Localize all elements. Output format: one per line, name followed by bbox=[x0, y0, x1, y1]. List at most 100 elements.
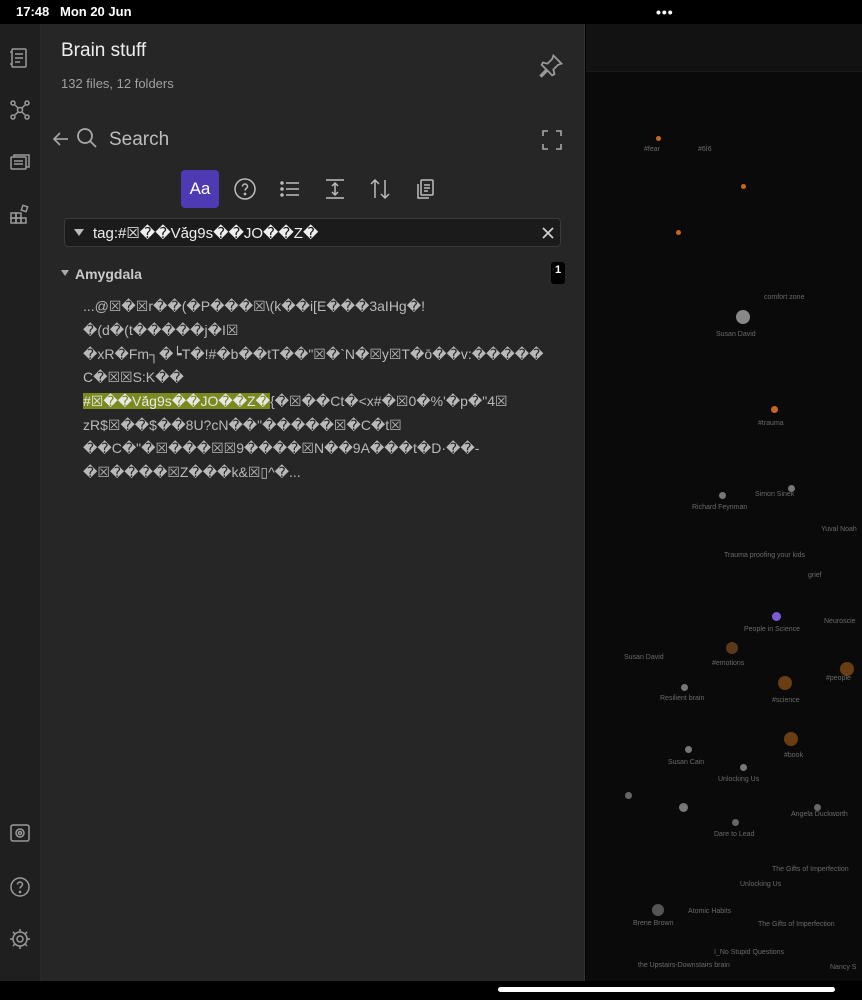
graph-label: The Gifts of Imperfection bbox=[772, 866, 849, 873]
back-arrow-icon[interactable] bbox=[51, 129, 71, 149]
graph-label: Simon Sinek bbox=[755, 491, 795, 498]
graph-label: Neuroscie bbox=[824, 618, 856, 625]
graph-node[interactable] bbox=[772, 612, 781, 621]
graph-node[interactable] bbox=[726, 642, 738, 654]
graph-label: #people bbox=[826, 675, 851, 682]
result-collapse-caret-icon[interactable] bbox=[61, 270, 69, 276]
graph-node[interactable] bbox=[681, 684, 688, 691]
result-snippet-line[interactable]: ��C�"�☒���☒☒9����☒N��9A���t�D·��- bbox=[83, 437, 563, 459]
settings-icon[interactable] bbox=[8, 927, 32, 951]
result-snippet-line[interactable]: �xR�Fm┐�┕T�!#�b��tT��"☒�`N�☒y☒T�ō��v:���… bbox=[83, 343, 563, 365]
result-file-title[interactable]: Amygdala bbox=[75, 266, 142, 282]
vault-icon[interactable] bbox=[8, 821, 32, 845]
graph-label: #book bbox=[784, 752, 804, 759]
graph-node[interactable] bbox=[656, 136, 661, 141]
graph-header bbox=[586, 24, 862, 72]
vault-stats: 132 files, 12 folders bbox=[61, 76, 174, 91]
graph-label: #trauma bbox=[758, 420, 784, 427]
search-input[interactable] bbox=[93, 224, 533, 241]
graph-node[interactable] bbox=[719, 492, 726, 499]
graph-node[interactable] bbox=[740, 764, 747, 771]
graph-label: Susan Cain bbox=[668, 759, 705, 766]
graph-node[interactable] bbox=[840, 662, 854, 676]
graph-label: #fear bbox=[644, 146, 660, 153]
clear-search-icon[interactable] bbox=[541, 226, 555, 240]
graph-label: comfort zone bbox=[764, 294, 805, 301]
graph-label: Susan David bbox=[716, 331, 756, 338]
graph-node[interactable] bbox=[732, 819, 739, 826]
graph-node[interactable] bbox=[778, 676, 792, 690]
graph-label: Trauma proofing your kids bbox=[724, 552, 806, 559]
graph-node[interactable] bbox=[679, 803, 688, 812]
open-notes-icon[interactable] bbox=[8, 150, 32, 174]
status-date: Mon 20 Jun bbox=[60, 4, 132, 19]
multitasking-dots[interactable]: ••• bbox=[656, 4, 674, 20]
match-case-button[interactable]: Aa bbox=[181, 170, 219, 208]
list-icon bbox=[280, 181, 299, 197]
graph-label: Unlocking Us bbox=[740, 881, 782, 888]
graph-node[interactable] bbox=[676, 230, 681, 235]
result-snippet-line[interactable]: ...@☒�☒r��(�P���☒\(k��i[E���3aIHg�! bbox=[83, 295, 563, 317]
graph-label: #emotions bbox=[712, 660, 745, 667]
graph-label: Susan David bbox=[624, 654, 664, 661]
graph-node[interactable] bbox=[625, 792, 632, 799]
result-snippet-line[interactable]: �☒����☒Z���k&☒▯^�... bbox=[83, 461, 563, 483]
result-snippet-line[interactable]: C�☒☒S:K�� bbox=[83, 366, 563, 388]
graph-label: I_No Stupid Questions bbox=[714, 949, 785, 956]
status-bar: 17:48 Mon 20 Jun ••• bbox=[0, 0, 862, 24]
status-time: 17:48 bbox=[16, 4, 50, 19]
graph-label: Dare to Lead bbox=[714, 831, 755, 838]
result-snippet-line[interactable]: #☒��Vá̆g9s��JO��Z�{�☒��Ct�<x#�☒0�%'�p�"4… bbox=[83, 390, 563, 412]
graph-label: #6İ6 bbox=[698, 146, 712, 153]
pin-icon[interactable] bbox=[537, 52, 565, 80]
graph-label: Richard Feynman bbox=[692, 504, 748, 511]
result-snippet-line[interactable]: �(d�(t�����j�I☒ bbox=[83, 319, 563, 341]
search-box bbox=[64, 218, 561, 247]
copy-icon bbox=[417, 179, 434, 199]
graph-view-icon[interactable] bbox=[8, 98, 32, 122]
vault-title: Brain stuff bbox=[61, 40, 147, 61]
file-explorer-icon[interactable] bbox=[8, 46, 32, 70]
graph-node[interactable] bbox=[784, 732, 798, 746]
snippet-text: {�☒��Ct�<x#�☒0�%'�p�"4☒ bbox=[269, 393, 508, 409]
copy-results-button[interactable] bbox=[406, 170, 444, 208]
graph-label: The Gifts of Imperfection bbox=[758, 921, 835, 928]
graph-label: Angela Duckworth bbox=[791, 811, 848, 818]
expand-vertical-icon bbox=[326, 179, 344, 199]
graph-node[interactable] bbox=[771, 406, 778, 413]
graph-label: People in Science bbox=[744, 626, 801, 633]
result-match-count: 1 bbox=[551, 262, 565, 284]
show-context-button[interactable] bbox=[316, 170, 354, 208]
search-match-highlight: #☒��Vá̆g9s��JO��Z� bbox=[83, 393, 270, 409]
graph-node[interactable] bbox=[736, 310, 750, 324]
search-view-title: Search bbox=[109, 129, 170, 150]
graph-label: #science bbox=[772, 697, 800, 704]
graph-label: Unlocking Us bbox=[718, 776, 760, 783]
home-indicator[interactable] bbox=[498, 987, 835, 992]
graph-node[interactable] bbox=[652, 904, 664, 916]
expand-icon[interactable] bbox=[541, 129, 563, 151]
left-ribbon bbox=[0, 24, 41, 981]
plugin-grid-icon[interactable] bbox=[8, 202, 32, 226]
result-snippet-line[interactable]: zR$☒��$��8U?cN��"�����☒�C�t☒ bbox=[83, 414, 563, 436]
graph-view[interactable]: comfort zone Susan David #trauma Simon S… bbox=[586, 24, 862, 981]
sort-button[interactable] bbox=[361, 170, 399, 208]
graph-label: the Upstairs-Downstairs brain bbox=[638, 962, 730, 969]
graph-label: Resilient brain bbox=[660, 695, 705, 702]
graph-node[interactable] bbox=[685, 746, 692, 753]
search-icon bbox=[75, 126, 99, 150]
graph-node[interactable] bbox=[814, 804, 821, 811]
help-icon[interactable] bbox=[8, 875, 32, 899]
search-panel: Brain stuff 132 files, 12 folders Search… bbox=[41, 24, 585, 981]
explain-query-button[interactable] bbox=[226, 170, 264, 208]
graph-label: Atomic Habits bbox=[688, 908, 732, 915]
collapse-results-button[interactable] bbox=[271, 170, 309, 208]
graph-label: Nancy S bbox=[830, 964, 857, 971]
match-case-label: Aa bbox=[189, 179, 211, 198]
graph-label: grief bbox=[808, 572, 822, 579]
graph-node[interactable] bbox=[741, 184, 746, 189]
graph-label: Brene Brown bbox=[633, 920, 674, 927]
question-icon bbox=[234, 178, 256, 200]
search-options-caret-icon[interactable] bbox=[74, 229, 84, 236]
graph-label: Yuval Noah bbox=[821, 526, 857, 533]
